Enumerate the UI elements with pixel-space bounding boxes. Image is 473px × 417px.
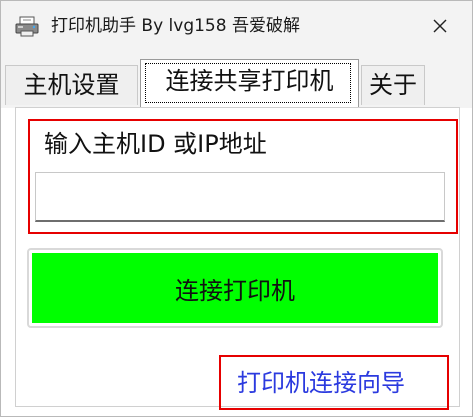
title-bar: 打印机助手 By lvg158 吾爱破解: [1, 1, 472, 51]
tab-connect-shared-printer[interactable]: 连接共享打印机: [140, 59, 359, 107]
close-button[interactable]: [426, 14, 454, 38]
host-id-input[interactable]: [35, 172, 445, 222]
window-title: 打印机助手 By lvg158 吾爱破解: [51, 16, 300, 36]
tab-host-settings[interactable]: 主机设置: [5, 65, 138, 105]
close-icon: [433, 19, 447, 33]
tab-about[interactable]: 关于: [361, 65, 425, 105]
host-input-label: 输入主机ID 或IP地址: [44, 130, 267, 158]
app-window: 打印机助手 By lvg158 吾爱破解 主机设置 连接共享打印机 关于 输入主…: [0, 0, 473, 417]
printer-connection-guide-link[interactable]: 打印机连接向导: [237, 367, 405, 399]
connect-printer-button-label: 连接打印机: [32, 253, 438, 323]
printer-app-icon: [15, 15, 41, 37]
connect-printer-button[interactable]: 连接打印机: [27, 248, 443, 328]
